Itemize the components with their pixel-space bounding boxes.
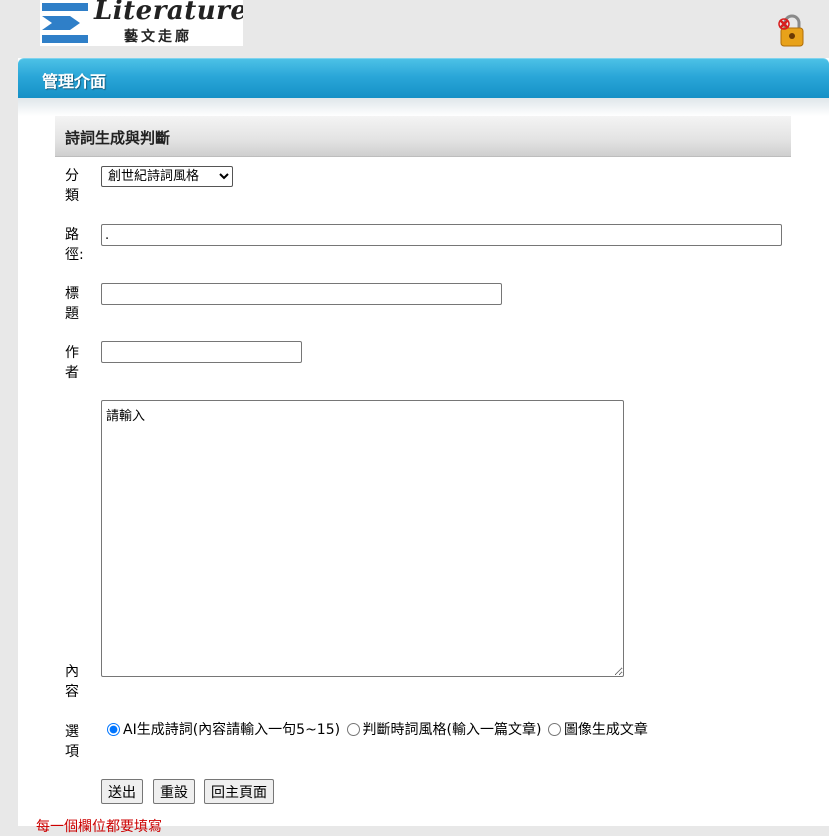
- author-label: 作者: [65, 345, 79, 381]
- required-notice: 每一個欄位都要填寫: [36, 819, 162, 835]
- option-ai-generate-radio[interactable]: [107, 723, 120, 736]
- content-textarea[interactable]: 請輸入: [101, 400, 624, 677]
- section-title: 詩詞生成與判斷: [65, 129, 171, 147]
- options-label: 選項: [65, 724, 79, 760]
- site-logo: Literature 藝文走廊: [40, 0, 243, 46]
- title-input[interactable]: [101, 283, 502, 305]
- option-ai-generate[interactable]: AI生成詩詞(內容請輸入一句5~15): [107, 722, 340, 738]
- category-select[interactable]: 創世紀詩詞風格: [101, 166, 233, 187]
- path-input[interactable]: [101, 224, 782, 246]
- panel-title: 管理介面: [42, 72, 107, 91]
- logo-mark-icon: [42, 3, 88, 43]
- home-button[interactable]: 回主頁面: [204, 779, 274, 804]
- option-image-article-radio[interactable]: [547, 723, 561, 736]
- path-label: 路徑:: [65, 227, 84, 263]
- option-ai-generate-label: AI生成詩詞(內容請輸入一句5~15): [123, 722, 341, 738]
- options-group: AI生成詩詞(內容請輸入一句5~15) 判斷時詞風格(輸入一篇文章) 圖像生成文…: [107, 720, 650, 740]
- option-judge-style-label: 判斷時詞風格(輸入一篇文章): [362, 722, 542, 738]
- title-label: 標題: [65, 286, 79, 322]
- admin-panel: 管理介面 詩詞生成與判斷 分類 創世紀詩詞風格 路徑: 標題 作者 請輸入 內容…: [18, 58, 829, 835]
- option-judge-style[interactable]: 判斷時詞風格(輸入一篇文章): [346, 722, 542, 738]
- option-image-article-label: 圖像生成文章: [563, 722, 648, 738]
- category-label: 分類: [65, 168, 79, 204]
- option-judge-style-radio[interactable]: [346, 723, 360, 736]
- lock-icon[interactable]: [778, 14, 806, 48]
- panel-header: 管理介面: [18, 58, 829, 98]
- logo-subtitle: 藝文走廊: [124, 29, 192, 45]
- author-input[interactable]: [101, 341, 302, 363]
- option-image-article[interactable]: 圖像生成文章: [547, 722, 648, 738]
- section-header: 詩詞生成與判斷: [55, 116, 791, 157]
- submit-button[interactable]: 送出: [101, 779, 143, 804]
- logo-title: Literature: [94, 0, 243, 26]
- panel-shade: [18, 98, 829, 116]
- reset-button[interactable]: 重設: [153, 779, 195, 804]
- content-label: 內容: [65, 664, 79, 700]
